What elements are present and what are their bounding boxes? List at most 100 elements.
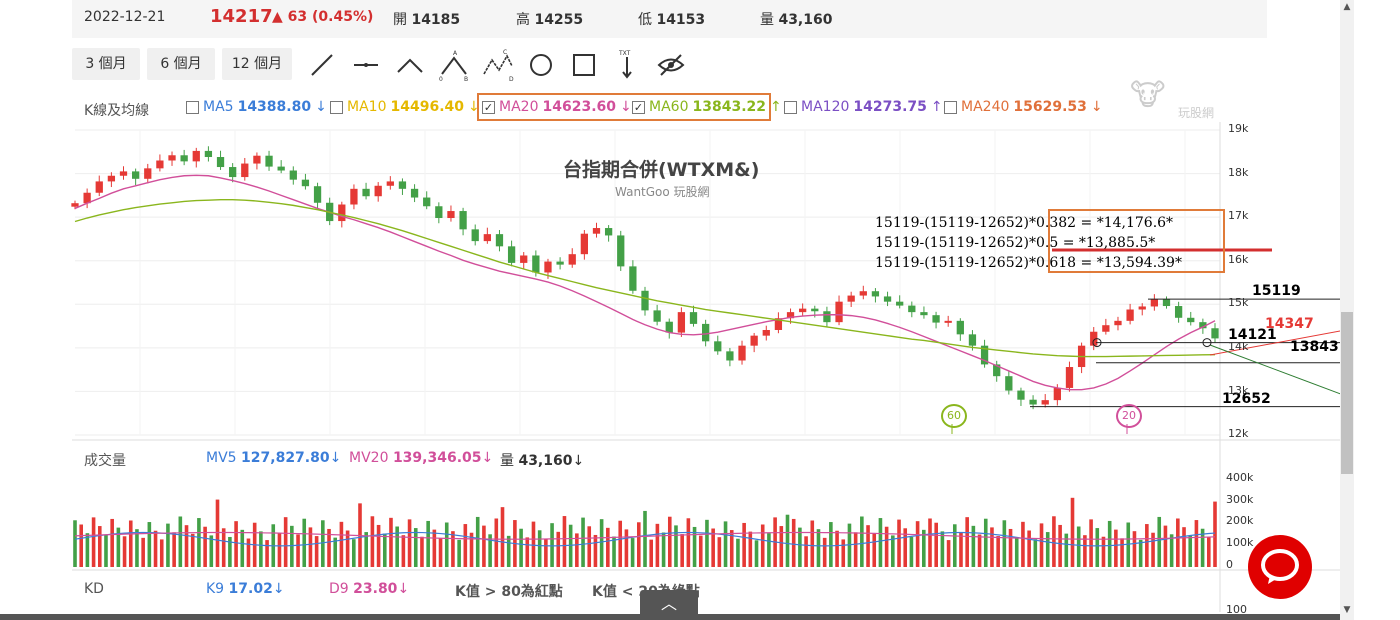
volume-bar xyxy=(1169,534,1174,567)
candle-body xyxy=(192,150,200,162)
candle-body xyxy=(653,310,661,322)
volume-bar xyxy=(860,516,864,567)
volume-bar xyxy=(1145,524,1149,567)
volume-bar xyxy=(705,519,709,567)
volume-bar xyxy=(990,527,994,567)
volume-bar xyxy=(1070,497,1075,567)
volume-bar xyxy=(1194,520,1199,567)
volume-bar xyxy=(463,524,468,567)
volume-bar xyxy=(401,535,406,567)
volume-bar xyxy=(79,524,83,567)
chevron-up-icon: ︿ xyxy=(660,594,677,613)
candle-body xyxy=(107,175,116,182)
kd-section-title: KD xyxy=(84,581,104,597)
candle-body xyxy=(362,188,370,197)
volume-bar xyxy=(1182,527,1186,567)
volume-bar xyxy=(804,536,808,567)
candle-body xyxy=(920,312,928,316)
volume-bar xyxy=(829,522,833,567)
volume-bar xyxy=(104,534,108,567)
candle-body xyxy=(750,335,758,346)
volume-bar xyxy=(321,520,325,567)
volume-bar xyxy=(996,536,1000,567)
volume-bar xyxy=(246,538,251,567)
volume-section-title: 成交量 xyxy=(84,453,126,469)
volume-bar xyxy=(376,524,381,567)
page-scrollbar[interactable] xyxy=(1340,0,1354,620)
volume-bar xyxy=(494,518,499,567)
scrollbar-thumb[interactable] xyxy=(1341,312,1353,474)
volume-bar xyxy=(717,537,722,567)
volume-bar xyxy=(599,519,604,567)
volume-bar xyxy=(451,531,455,567)
fib-line-1: 15119-(15119-12652)*0.382 = *14,176.6* xyxy=(875,215,1174,231)
candle-body xyxy=(204,150,213,158)
volume-bar xyxy=(265,540,269,567)
candle-body xyxy=(847,295,855,302)
candle-body xyxy=(544,261,552,273)
volume-bar xyxy=(519,528,523,567)
candle-body xyxy=(71,203,79,207)
volume-bar xyxy=(135,529,139,567)
candle-body xyxy=(1187,317,1195,323)
candle-body xyxy=(216,157,225,168)
volume-bar xyxy=(209,535,214,567)
chat-button[interactable] xyxy=(1248,535,1312,599)
scroll-up-icon[interactable]: ▲ xyxy=(1340,2,1354,14)
volume-bar xyxy=(581,517,585,567)
volume-bar xyxy=(556,531,561,567)
volume-bar xyxy=(1207,537,1211,567)
volume-bar xyxy=(1089,519,1093,567)
volume-bar xyxy=(643,510,647,567)
volume-bar xyxy=(1114,529,1118,567)
volume-bar xyxy=(878,518,883,567)
candle-body xyxy=(1114,320,1122,326)
candle-body xyxy=(568,254,576,265)
candle-body xyxy=(1041,400,1049,405)
volume-bar xyxy=(1021,521,1025,567)
volume-bar xyxy=(1120,538,1124,567)
volume-bar xyxy=(296,534,300,567)
volume-bar xyxy=(525,537,530,567)
volume-bar xyxy=(73,520,77,567)
volume-bar xyxy=(1014,537,1019,567)
volume-bar xyxy=(314,536,319,567)
volume-bar xyxy=(1188,535,1193,567)
scroll-top-button[interactable]: ︿ xyxy=(640,590,698,620)
candle-body xyxy=(313,186,322,203)
candle-body xyxy=(665,321,673,333)
volume-bar xyxy=(339,521,344,567)
candle-body xyxy=(1211,328,1219,339)
price-axis-tick: 18k xyxy=(1228,165,1249,179)
candle-body xyxy=(168,155,176,161)
volume-bar xyxy=(785,514,790,567)
volume-bar xyxy=(426,520,430,567)
fib-line-2: 15119-(15119-12652)*0.5 = *13,885.5* xyxy=(875,235,1156,251)
volume-bar xyxy=(810,520,815,567)
volume-bar xyxy=(128,520,133,567)
volume-bar xyxy=(872,533,877,567)
candle-body xyxy=(944,320,952,323)
candle-body xyxy=(520,255,528,263)
candle-body xyxy=(677,312,686,333)
volume-bar xyxy=(110,518,114,567)
volume-bar xyxy=(432,529,437,567)
candle-body xyxy=(811,308,819,312)
volume-bar xyxy=(624,529,629,567)
candle-body xyxy=(495,234,504,247)
candle-body xyxy=(1102,325,1110,332)
volume-bar xyxy=(736,538,740,567)
volume-bar xyxy=(649,539,653,567)
volume-bar xyxy=(172,532,176,567)
price-axis-tick: 19k xyxy=(1228,122,1249,135)
price-axis-tick: 12k xyxy=(1228,427,1249,441)
volume-bar xyxy=(674,525,678,567)
candle-body xyxy=(604,228,613,236)
candle-body xyxy=(932,315,940,323)
candle-body xyxy=(532,255,540,273)
volume-bar xyxy=(1033,539,1038,567)
volume-bar xyxy=(482,525,486,567)
ma20-marker: 20 xyxy=(1116,404,1142,428)
scroll-down-icon[interactable]: ▼ xyxy=(1340,605,1354,617)
candle-body xyxy=(592,228,601,234)
